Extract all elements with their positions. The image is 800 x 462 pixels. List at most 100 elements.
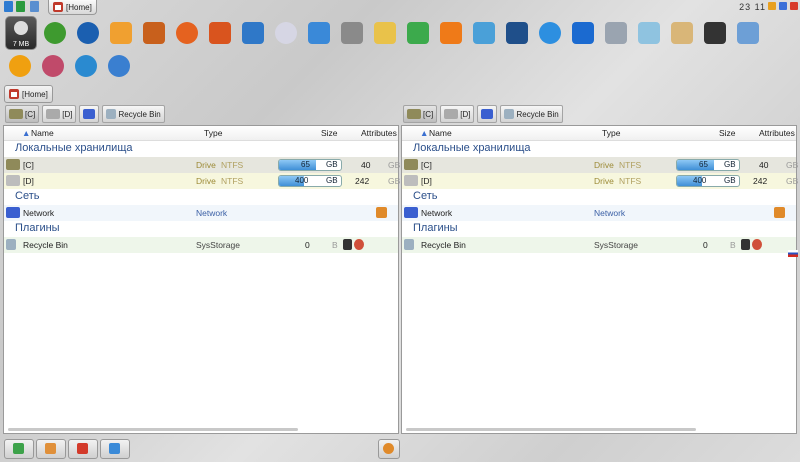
column-type[interactable]: Type [204,128,222,138]
row-fs: NTFS [221,176,244,186]
recycle-bin-button[interactable]: Recycle Bin [500,105,563,123]
free-unit: GB [388,160,401,170]
delete-icon [77,443,88,454]
launcher-row-2 [9,55,141,77]
drive-d-button[interactable]: [D] [440,105,475,123]
row-fs: NTFS [619,176,642,186]
column-type[interactable]: Type [602,128,620,138]
network-settings-icon[interactable] [774,207,785,218]
home-tab[interactable]: [Home] [48,0,97,15]
row-type: Drive [196,160,216,170]
network-button[interactable] [79,105,100,123]
column-size[interactable]: Size [321,128,338,138]
group-local-storage: Локальные хранилища [413,142,531,154]
printer-icon[interactable] [341,22,363,44]
size-bar: 65 GB [676,159,740,171]
close-button[interactable] [790,2,798,10]
cloud-icon[interactable] [572,22,594,44]
home-button[interactable]: [Home] [4,85,53,103]
copy-icon [13,443,24,454]
minimize-button[interactable] [768,2,776,10]
new-folder-button[interactable] [100,439,130,459]
file-list[interactable]: ▲ Name Type Size Attributes Локальные хр… [3,125,401,434]
network-icon [481,109,494,119]
telegram-icon[interactable] [473,22,495,44]
screen-icon[interactable] [242,22,264,44]
delete-button[interactable] [68,439,98,459]
drive-icon [404,159,418,170]
free-unit: GB [388,176,401,186]
utorrent-icon[interactable] [44,22,66,44]
ie-icon[interactable] [539,22,561,44]
recycle-bin-label: Recycle Bin [516,109,559,119]
drive-d-button[interactable]: [D] [42,105,77,123]
size-value: 65 [301,160,310,169]
settings-icon [383,443,394,454]
archive-icon[interactable] [143,22,165,44]
settings-button[interactable] [378,439,400,459]
grid-app-icon[interactable] [4,1,13,12]
recycle-bin-button[interactable]: Recycle Bin [102,105,165,123]
package-icon[interactable] [209,22,231,44]
disc-icon[interactable] [275,22,297,44]
green-app-icon[interactable] [16,1,25,12]
firefox-icon[interactable] [176,22,198,44]
folder-icon[interactable] [374,22,396,44]
calculator-icon[interactable] [605,22,627,44]
pdf-icon[interactable] [110,22,132,44]
gear-icon[interactable] [354,239,364,250]
save-icon[interactable] [343,239,352,250]
windows-icon[interactable] [308,22,330,44]
table-row[interactable]: [D] Drive NTFS 400 GB 242 GB [4,173,401,189]
horizontal-scrollbar[interactable] [406,428,696,431]
language-flag-icon[interactable] [788,250,798,257]
maximize-button[interactable] [779,2,787,10]
microphone-icon[interactable] [704,22,726,44]
sort-arrow-icon[interactable]: ▲ [420,128,428,138]
move-button[interactable] [36,439,66,459]
horizontal-scrollbar[interactable] [8,428,298,431]
monitor-icon[interactable] [506,22,528,44]
column-name[interactable]: Name [429,128,452,138]
drive-c-label: [C] [423,109,434,119]
copy-button[interactable] [4,439,34,459]
app-window-icon[interactable] [737,22,759,44]
network-settings-icon[interactable] [376,207,387,218]
notepad-icon[interactable] [638,22,660,44]
puzzle-icon[interactable] [407,22,429,44]
sync-icon[interactable] [75,55,97,77]
column-name[interactable]: Name [31,128,54,138]
home-icon [53,2,63,12]
table-row[interactable]: Recycle Bin SysStorage 0 B [4,237,398,253]
save-icon[interactable] [741,239,750,250]
size-unit: GB [326,160,338,169]
media-player-icon[interactable] [440,22,462,44]
table-row[interactable]: [D] Drive NTFS 400 GB 242 GB [402,173,798,189]
sort-arrow-icon[interactable]: ▲ [22,128,30,138]
table-row[interactable]: [C] Drive NTFS 65 GB 40 GB [4,157,401,173]
paint-icon[interactable] [671,22,693,44]
ccleaner-icon[interactable] [77,22,99,44]
size-value: 0 [305,240,310,250]
spiral-icon[interactable] [42,55,64,77]
drive-c-button[interactable]: [C] [403,105,438,123]
column-attributes[interactable]: Attributes [759,128,795,138]
file-list[interactable]: ▲ Name Type Size Attributes Локальные хр… [401,125,798,434]
drive-c-button[interactable]: [C] [5,105,40,123]
table-row[interactable]: Network Network [4,205,398,221]
column-size[interactable]: Size [719,128,736,138]
column-attributes[interactable]: Attributes [361,128,397,138]
drive-icon [6,175,20,186]
headphones-icon[interactable] [9,55,31,77]
ram-widget[interactable]: 7 MB [5,16,37,50]
free-value: 40 [361,160,371,170]
table-row[interactable]: Network Network [402,205,796,221]
recycle-bin-icon [504,109,515,119]
network-button[interactable] [477,105,498,123]
globe-icon[interactable] [108,55,130,77]
table-row[interactable]: [C] Drive NTFS 65 GB 40 GB [402,157,798,173]
table-row[interactable]: Recycle Bin SysStorage 0 B [402,237,796,253]
speaker-icon[interactable] [30,1,39,12]
row-name: [C] [23,160,34,170]
gear-icon[interactable] [752,239,762,250]
